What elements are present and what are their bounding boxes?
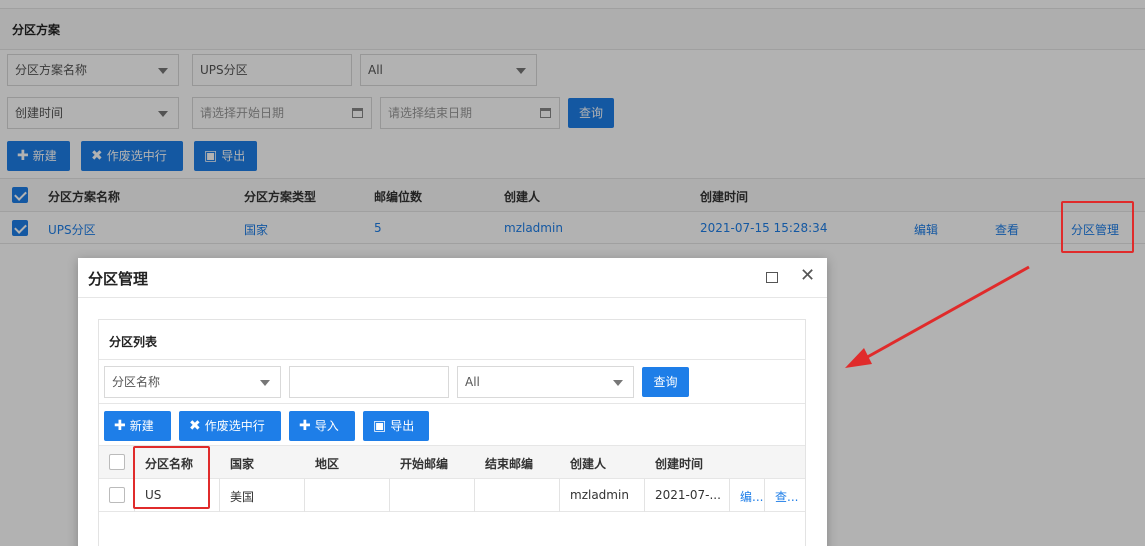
zone-list-header: 分区列表 (99, 320, 805, 360)
zone-value-input[interactable] (289, 366, 449, 398)
zone-export-button[interactable]: ▣ 导出 (363, 411, 429, 441)
zone-query-label: 查询 (653, 375, 678, 389)
zone-filter-bar: 分区名称 All 查询 (99, 360, 805, 404)
zone-new-button[interactable]: ✚ 新建 (104, 411, 171, 441)
cell-country: 美国 (230, 490, 255, 504)
cell-zone-creator: mzladmin (570, 488, 629, 502)
zone-new-label: 新建 (129, 419, 154, 433)
zone-row-checkbox[interactable] (109, 487, 125, 503)
dialog-header: 分区管理 ✕ (78, 258, 827, 298)
zone-void-label: 作废选中行 (204, 419, 265, 433)
column-divider (559, 479, 560, 512)
highlight-zone-manage (1061, 201, 1134, 253)
chevron-down-icon (613, 380, 623, 386)
zone-select-all-checkbox[interactable] (109, 454, 125, 470)
maximize-icon[interactable] (766, 272, 778, 283)
dialog-title: 分区管理 (88, 270, 149, 288)
chevron-down-icon (260, 380, 270, 386)
column-divider (474, 479, 475, 512)
zone-field-select[interactable]: 分区名称 (104, 366, 281, 398)
cell-zone-created: 2021-07-... (655, 488, 721, 502)
zone-type-select[interactable]: All (457, 366, 634, 398)
close-icon[interactable]: ✕ (800, 267, 815, 285)
plus-icon: ✚ (114, 418, 126, 434)
zone-import-button[interactable]: ✚ 导入 (289, 411, 355, 441)
zone-edit-link[interactable]: 编... (740, 488, 763, 505)
column-divider (219, 479, 220, 512)
zone-import-label: 导入 (314, 419, 339, 433)
highlight-zone-name-column (133, 446, 210, 509)
column-divider (389, 479, 390, 512)
zone-export-label: 导出 (390, 419, 415, 433)
zone-view-link[interactable]: 查... (775, 488, 798, 505)
column-divider (644, 479, 645, 512)
col-end-zip: 结束邮编 (485, 457, 534, 471)
zone-list-title: 分区列表 (109, 335, 158, 349)
col-start-zip: 开始邮编 (400, 457, 449, 471)
column-divider (764, 479, 765, 512)
zone-type-select-value: All (465, 375, 480, 389)
zone-list-panel: 分区列表 分区名称 All 查询 ✚ 新建 ✖ 作废选中行 ✚ 导入 ▣ 导出 … (98, 319, 806, 546)
col-region: 地区 (315, 457, 340, 471)
zone-field-select-value: 分区名称 (112, 375, 161, 389)
col-country: 国家 (230, 457, 255, 471)
excel-icon: ▣ (373, 418, 387, 434)
zone-void-button[interactable]: ✖ 作废选中行 (179, 411, 281, 441)
plus-icon: ✚ (299, 418, 311, 434)
zone-manage-dialog: 分区管理 ✕ 分区列表 分区名称 All 查询 ✚ 新建 ✖ 作废选中行 ✚ 导… (78, 258, 827, 546)
column-divider (304, 479, 305, 512)
col-zone-creator: 创建人 (570, 457, 607, 471)
col-zone-created: 创建时间 (655, 457, 704, 471)
column-divider (729, 479, 730, 512)
close-icon: ✖ (189, 418, 201, 434)
zone-query-button[interactable]: 查询 (642, 367, 689, 397)
